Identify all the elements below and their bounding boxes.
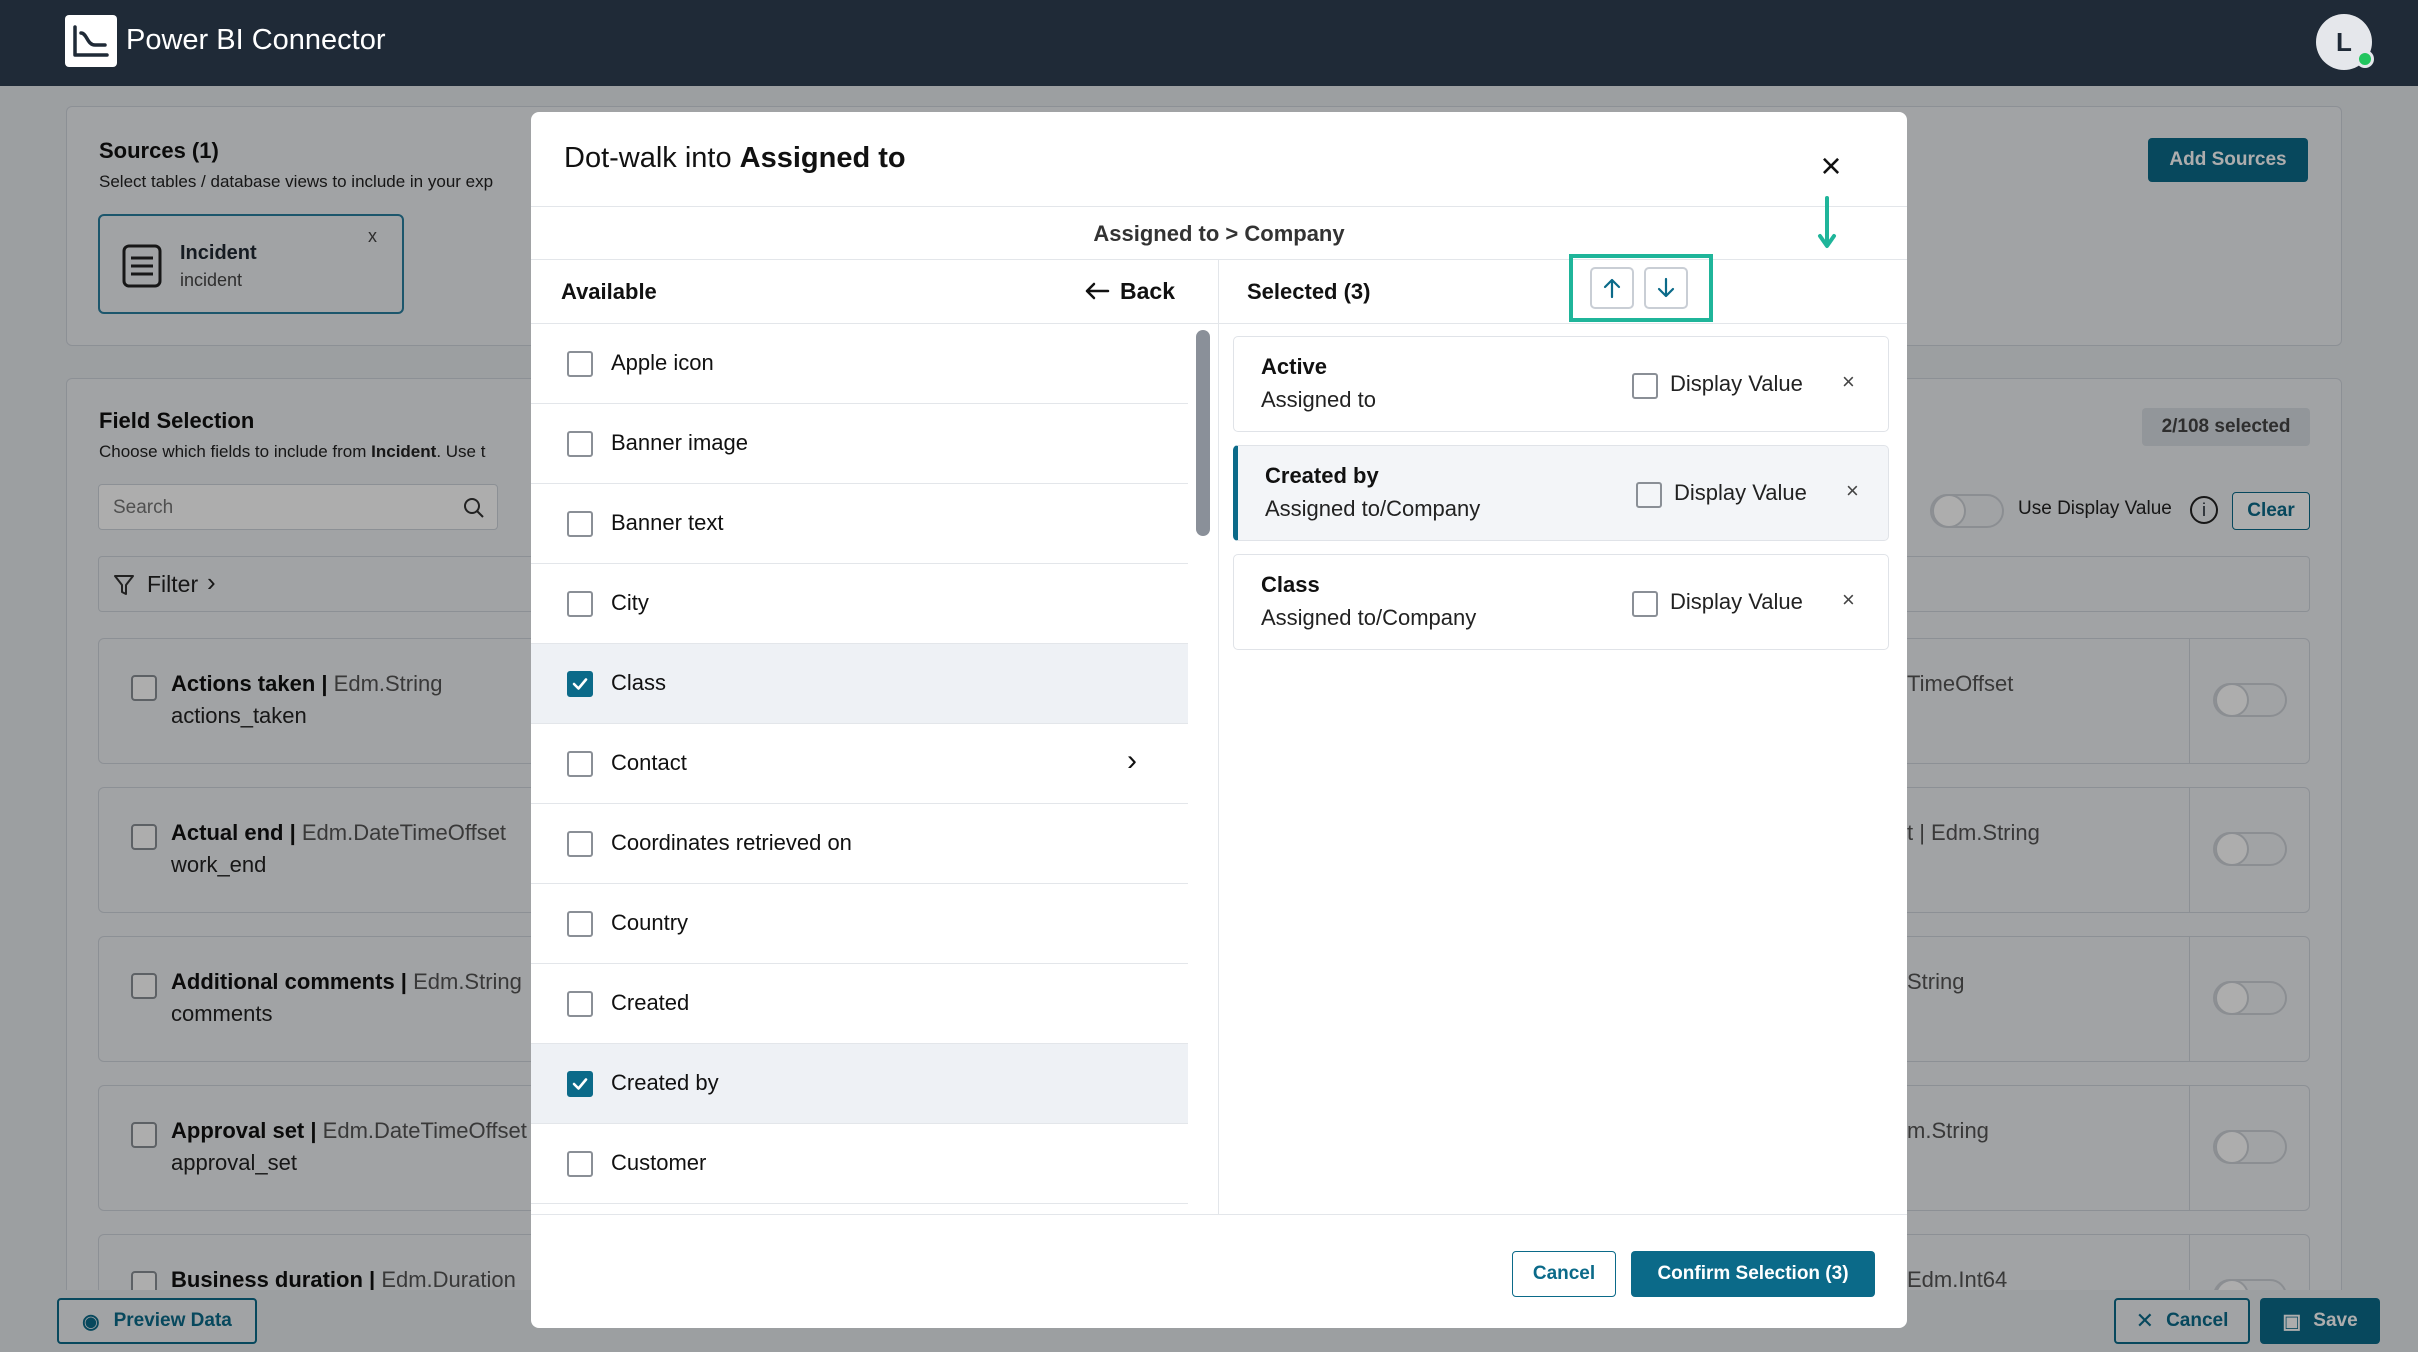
item-checkbox[interactable] <box>567 1151 593 1177</box>
modal-title: Dot-walk into Assigned to <box>564 142 906 174</box>
available-column: Available Back Apple icon Banner image Ban… <box>531 260 1219 1214</box>
display-value-checkbox[interactable] <box>1632 591 1658 617</box>
available-scrollbar[interactable] <box>1196 330 1210 536</box>
remove-item-icon[interactable]: × <box>1842 587 1855 613</box>
item-label: Class <box>611 670 667 695</box>
selected-item-name: Created by <box>1265 463 1379 488</box>
item-label: City <box>611 590 649 615</box>
move-up-button[interactable] <box>1590 267 1634 309</box>
list-item[interactable]: Coordinates retrieved on <box>531 804 1188 884</box>
item-checkbox[interactable] <box>567 591 593 617</box>
list-item[interactable]: Created <box>531 964 1188 1044</box>
selected-item[interactable]: Created by Assigned to/Company Display Val… <box>1233 445 1889 541</box>
modal-footer: Cancel Confirm Selection (3) <box>531 1214 1907 1328</box>
list-item[interactable]: Contact › <box>531 724 1188 804</box>
selected-item-path: Assigned to/Company <box>1261 605 1477 630</box>
back-button[interactable]: Back <box>1084 278 1175 305</box>
close-modal-icon[interactable]: × <box>1811 146 1851 186</box>
arrow-down-icon <box>1657 277 1675 298</box>
list-item[interactable]: Created by <box>531 1044 1188 1124</box>
item-checkbox[interactable] <box>567 831 593 857</box>
remove-item-icon[interactable]: × <box>1842 369 1855 395</box>
list-item[interactable]: Customer <box>531 1124 1188 1204</box>
app-title: Power BI Connector <box>126 24 386 56</box>
selected-item[interactable]: Active Assigned to Display Value × <box>1233 336 1889 432</box>
selected-item-name: Class <box>1261 572 1320 597</box>
item-label: Coordinates retrieved on <box>611 830 852 855</box>
breadcrumb: Assigned to > Company <box>531 206 1907 260</box>
item-label: Apple icon <box>611 350 714 375</box>
item-label: Created <box>611 990 690 1015</box>
selected-label: Selected (3) <box>1247 279 1371 304</box>
item-label: Country <box>611 910 689 935</box>
display-value-checkbox[interactable] <box>1636 482 1662 508</box>
selected-item[interactable]: Class Assigned to/Company Display Value × <box>1233 554 1889 650</box>
item-label: Created by <box>611 1070 719 1095</box>
selected-item-path: Assigned to <box>1261 387 1376 412</box>
online-status-icon <box>2356 50 2374 68</box>
move-down-button[interactable] <box>1644 267 1688 309</box>
modal-cancel-button[interactable]: Cancel <box>1512 1251 1616 1297</box>
app-logo-icon <box>65 15 117 67</box>
list-item[interactable]: Banner text <box>531 484 1188 564</box>
available-list: Apple icon Banner image Banner text City Cla… <box>531 324 1188 1214</box>
display-value-checkbox[interactable] <box>1632 373 1658 399</box>
list-item[interactable]: Class <box>531 644 1188 724</box>
item-checkbox[interactable] <box>567 431 593 457</box>
item-label: Banner image <box>611 430 748 455</box>
item-checkbox[interactable] <box>567 1071 593 1097</box>
item-checkbox[interactable] <box>567 671 593 697</box>
list-item[interactable]: City <box>531 564 1188 644</box>
item-label: Customer <box>611 1150 707 1175</box>
confirm-selection-button[interactable]: Confirm Selection (3) <box>1631 1251 1875 1297</box>
selected-item-path: Assigned to/Company <box>1265 496 1481 521</box>
arrow-up-icon <box>1603 278 1621 299</box>
selected-column: Selected (3) Active Assigned to Display Va… <box>1219 254 1907 1214</box>
reorder-highlight <box>1569 254 1713 322</box>
checkmark-icon <box>572 678 588 690</box>
app-header: Power BI Connector L <box>0 0 2418 86</box>
item-label: Contact <box>611 750 687 775</box>
remove-item-icon[interactable]: × <box>1846 478 1859 504</box>
item-checkbox[interactable] <box>567 991 593 1017</box>
display-value-label: Display Value <box>1674 480 1807 505</box>
display-value-label: Display Value <box>1670 371 1803 396</box>
checkmark-icon <box>572 1078 588 1090</box>
item-checkbox[interactable] <box>567 911 593 937</box>
chevron-right-icon[interactable]: › <box>1127 744 1137 778</box>
arrow-left-icon <box>1085 282 1110 300</box>
available-label: Available <box>561 279 657 304</box>
item-checkbox[interactable] <box>567 351 593 377</box>
list-item[interactable]: Country <box>531 884 1188 964</box>
item-label: Banner text <box>611 510 724 535</box>
selected-item-name: Active <box>1261 354 1328 379</box>
dot-walk-modal: Dot-walk into Assigned to × Assigned to … <box>531 112 1907 1328</box>
item-checkbox[interactable] <box>567 511 593 537</box>
list-item[interactable]: Apple icon <box>531 324 1188 404</box>
list-item[interactable]: Banner image <box>531 404 1188 484</box>
annotation-arrow-icon <box>1818 196 1836 248</box>
display-value-label: Display Value <box>1670 589 1803 614</box>
item-checkbox[interactable] <box>567 751 593 777</box>
